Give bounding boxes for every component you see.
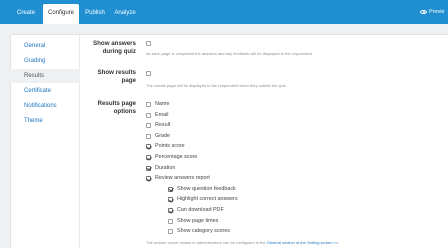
show-answers-label: Show answers during quiz [84,40,136,56]
grade-checkbox[interactable] [146,133,151,139]
can-download-pdf-label: Can download PDF [177,207,224,213]
review-answers-report-label: Review answers report [155,175,210,182]
show-answers-label-line1: Show answers [93,40,136,47]
tab-analyze[interactable]: Analyze [111,4,139,24]
duration-label: Duration [155,164,176,171]
show-question-feedback-label: Show question feedback [177,185,236,192]
show-results-label-line2: page [121,77,136,84]
results-options-label-line2: options [113,108,136,115]
show-category-scores-label: Show category scores [177,228,231,235]
preview-label: Previe [429,9,445,15]
email-label: Email [155,111,169,118]
show-results-page-label: Show results page [84,69,136,85]
name-checkbox[interactable] [146,102,151,107]
sidebar-item-general[interactable]: General [10,39,80,53]
review-answers-report-checkbox[interactable] [146,176,151,182]
percentage-score-checkbox[interactable] [146,155,151,160]
highlight-correct-answers-checkbox[interactable] [168,197,173,203]
email-checkbox[interactable] [146,112,151,118]
preview-button[interactable]: Previe [420,4,445,20]
sidebar-item-notifications[interactable]: Notifications [10,99,80,113]
show-question-feedback-checkbox[interactable] [168,186,173,192]
points-score-checkbox[interactable] [146,144,151,150]
sidebar-item-grading[interactable]: Grading [10,54,80,68]
tab-publish[interactable]: Publish [82,4,108,24]
general-settings-link[interactable]: General section of the Setting screen >> [267,240,339,245]
sidebar-item-theme[interactable]: Theme [10,114,80,128]
show-category-scores-checkbox[interactable] [168,229,173,235]
answer-report-note-text: The answer report shown to administrator… [146,240,266,245]
show-results-page-help: The results page will be displayed to th… [146,83,287,88]
show-answers-label-line2: during quiz [102,48,136,55]
show-answers-help: As each page is completed the answers an… [146,51,312,56]
highlight-correct-answers-label: Highlight correct answers [177,196,238,203]
result-checkbox[interactable] [146,123,151,129]
settings-sidebar: General Grading Results Certificate Noti… [10,34,80,248]
result-label: Result [155,122,171,129]
percentage-score-label: Percentage score [155,154,198,160]
show-page-times-label: Show page times [177,217,219,224]
grade-label: Grade [155,132,170,139]
duration-checkbox[interactable] [146,165,151,171]
show-page-times-checkbox[interactable] [168,218,173,224]
name-label: Name [155,101,170,107]
results-options-label-line1: Results page [97,100,136,107]
show-results-label-line1: Show results [97,69,136,76]
page-gutter [0,24,10,248]
answer-report-note: The answer report shown to administrator… [146,240,338,245]
tab-configure[interactable]: Configure [43,4,79,24]
show-results-page-checkbox[interactable] [146,71,151,76]
results-page-options-label: Results page options [84,100,136,116]
sidebar-item-certificate[interactable]: Certificate [10,84,80,98]
points-score-label: Points score [155,143,185,150]
show-answers-checkbox[interactable] [146,41,151,46]
tab-create[interactable]: Create [12,4,40,24]
sidebar-item-results[interactable]: Results [10,69,80,83]
eye-icon [420,9,427,14]
can-download-pdf-checkbox[interactable] [168,208,173,213]
